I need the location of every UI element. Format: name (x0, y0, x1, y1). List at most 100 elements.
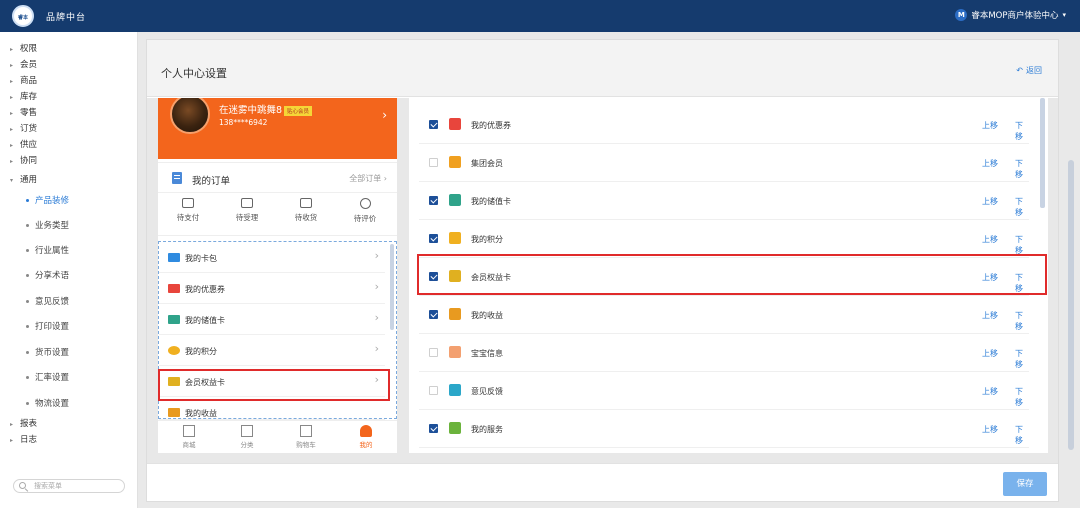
back-link[interactable]: ↶ 返回 (1016, 65, 1042, 76)
sidebar-item-exchange-rate[interactable]: 汇率设置 (26, 371, 69, 383)
move-down-button[interactable]: 下移 (1015, 196, 1029, 218)
sidebar-item-supply[interactable]: ▸ 供应 (10, 138, 37, 150)
caret-right-icon: ▸ (10, 78, 14, 85)
cart-icon (300, 425, 312, 437)
move-down-button[interactable]: 下移 (1015, 386, 1029, 408)
sidebar-item-permissions[interactable]: ▸ 权限 (10, 42, 37, 54)
order-step-pending-accept[interactable]: 待受理 (222, 198, 272, 223)
module-config-list: 我的优惠券 上移 下移 集团会员 上移 下移 我的储值卡 上移 下移 我的积分 上移 下移 会员权益卡上… (409, 98, 1048, 453)
move-up-button[interactable]: 上移 (982, 310, 998, 321)
footer-bar: 保存 (147, 463, 1058, 501)
move-down-button[interactable]: 下移 (1015, 158, 1029, 180)
stored-value-card-icon (168, 315, 180, 324)
profile-header[interactable]: 在迷雾中跳舞8 贴心会员 138****6942 › (158, 98, 397, 159)
move-down-button[interactable]: 下移 (1015, 310, 1029, 332)
back-arrow-icon: ↶ (1016, 66, 1023, 75)
menu-search-input[interactable]: 搜索菜单 (13, 479, 125, 493)
module-label: 我的服务 (471, 425, 503, 434)
table-row: 宝宝信息 上移 下移 (419, 334, 1029, 372)
orders-header[interactable]: 我的订单 全部订单 › (158, 163, 397, 193)
tab-mall[interactable]: 商城 (169, 425, 209, 449)
page-scrollbar[interactable] (1068, 160, 1074, 450)
order-list-icon (172, 172, 182, 184)
preview-scrollbar[interactable] (390, 244, 394, 330)
sidebar-item-product-decoration[interactable]: 产品装修 (26, 194, 69, 206)
sidebar: ▸ 权限 ▸ 会员 ▸ 商品 ▸ 库存 ▸ 零售 ▸ 订货 ▸ 供应 ▸ 协同 ▾ 通用 产品装修… (0, 32, 138, 508)
move-up-button[interactable]: 上移 (982, 348, 998, 359)
sidebar-item-retail[interactable]: ▸ 零售 (10, 106, 37, 118)
sidebar-item-currency-settings[interactable]: 货币设置 (26, 346, 69, 358)
earnings-icon (168, 408, 180, 417)
move-down-button[interactable]: 下移 (1015, 120, 1029, 142)
avatar (170, 98, 210, 134)
sidebar-item-label: 商品 (20, 76, 38, 86)
list-item[interactable]: 我的卡包 › (159, 242, 385, 273)
sidebar-item-label: 供应 (20, 140, 38, 150)
account-name: 睿本MOP商户体验中心 (971, 11, 1059, 21)
tab-category[interactable]: 分类 (227, 425, 267, 449)
move-up-button[interactable]: 上移 (982, 158, 998, 169)
caret-right-icon: ▸ (10, 142, 14, 149)
move-up-button[interactable]: 上移 (982, 386, 998, 397)
orders-all-link[interactable]: 全部订单 › (349, 173, 387, 184)
module-checkbox[interactable] (429, 234, 438, 243)
card-wallet-icon (168, 253, 180, 262)
move-down-button[interactable]: 下移 (1015, 424, 1029, 446)
module-checkbox[interactable] (429, 424, 438, 433)
move-up-button[interactable]: 上移 (982, 120, 998, 131)
sidebar-item-business-type[interactable]: 业务类型 (26, 219, 69, 231)
sidebar-item-ordering[interactable]: ▸ 订货 (10, 122, 37, 134)
table-row: 我的收益 上移 下移 (419, 296, 1029, 334)
move-up-button[interactable]: 上移 (982, 196, 998, 207)
module-checkbox[interactable] (429, 158, 438, 167)
mobile-preview: 在迷雾中跳舞8 贴心会员 138****6942 › 我的订单 全部订单 › 待支… (158, 98, 397, 453)
module-checkbox[interactable] (429, 310, 438, 319)
move-down-button[interactable]: 下移 (1015, 348, 1029, 370)
sidebar-item-logs[interactable]: ▸ 日志 (10, 433, 37, 445)
tab-cart[interactable]: 购物车 (286, 425, 326, 449)
account-switcher[interactable]: M 睿本MOP商户体验中心 ▾ (955, 9, 1066, 21)
sidebar-item-feedback[interactable]: 意见反馈 (26, 295, 69, 307)
list-item[interactable]: 我的储值卡 › (159, 304, 385, 335)
sidebar-item-label: 打印设置 (35, 322, 70, 332)
list-item[interactable]: 我的积分 › (159, 335, 385, 366)
sidebar-item-inventory[interactable]: ▸ 库存 (10, 90, 37, 102)
save-button[interactable]: 保存 (1003, 472, 1047, 496)
sidebar-item-share-terms[interactable]: 分享术语 (26, 269, 69, 281)
sidebar-item-members[interactable]: ▸ 会员 (10, 58, 37, 70)
caret-right-icon: ▸ (10, 62, 14, 69)
sidebar-item-label: 意见反馈 (35, 297, 70, 307)
module-label: 我的储值卡 (471, 197, 511, 206)
sidebar-item-label: 日志 (20, 435, 38, 445)
caret-right-icon: ▸ (10, 110, 14, 117)
order-step-pending-receipt[interactable]: 待收货 (281, 198, 331, 223)
move-up-button[interactable]: 上移 (982, 424, 998, 435)
sidebar-item-general[interactable]: ▾ 通用 (10, 173, 37, 185)
sidebar-item-industry-attr[interactable]: 行业属性 (26, 244, 69, 256)
move-down-button[interactable]: 下移 (1015, 234, 1029, 256)
tray-icon (241, 198, 253, 208)
sidebar-item-reports[interactable]: ▸ 报表 (10, 417, 37, 429)
home-icon (183, 425, 195, 437)
sidebar-item-print-settings[interactable]: 打印设置 (26, 320, 69, 332)
config-scrollbar[interactable] (1040, 98, 1045, 208)
sidebar-item-products[interactable]: ▸ 商品 (10, 74, 37, 86)
brand-logo[interactable]: 睿本 (12, 5, 34, 27)
order-step-pending-review[interactable]: 待评价 (340, 198, 390, 224)
module-checkbox[interactable] (429, 348, 438, 357)
list-item[interactable]: 我的优惠券 › (159, 273, 385, 304)
caret-right-icon: ▸ (10, 437, 14, 444)
module-checkbox[interactable] (429, 120, 438, 129)
sidebar-item-logistics[interactable]: 物流设置 (26, 397, 69, 409)
sidebar-item-label: 分享术语 (35, 271, 70, 281)
module-checkbox[interactable] (429, 196, 438, 205)
sidebar-item-label: 行业属性 (35, 246, 70, 256)
orders-title: 我的订单 (192, 176, 231, 187)
tab-mine[interactable]: 我的 (346, 425, 386, 449)
sidebar-item-collaboration[interactable]: ▸ 协同 (10, 154, 37, 166)
move-up-button[interactable]: 上移 (982, 234, 998, 245)
table-row: 集团会员 上移 下移 (419, 144, 1029, 182)
order-step-pending-payment[interactable]: 待支付 (163, 198, 213, 223)
sidebar-item-label: 业务类型 (35, 221, 70, 231)
module-checkbox[interactable] (429, 386, 438, 395)
